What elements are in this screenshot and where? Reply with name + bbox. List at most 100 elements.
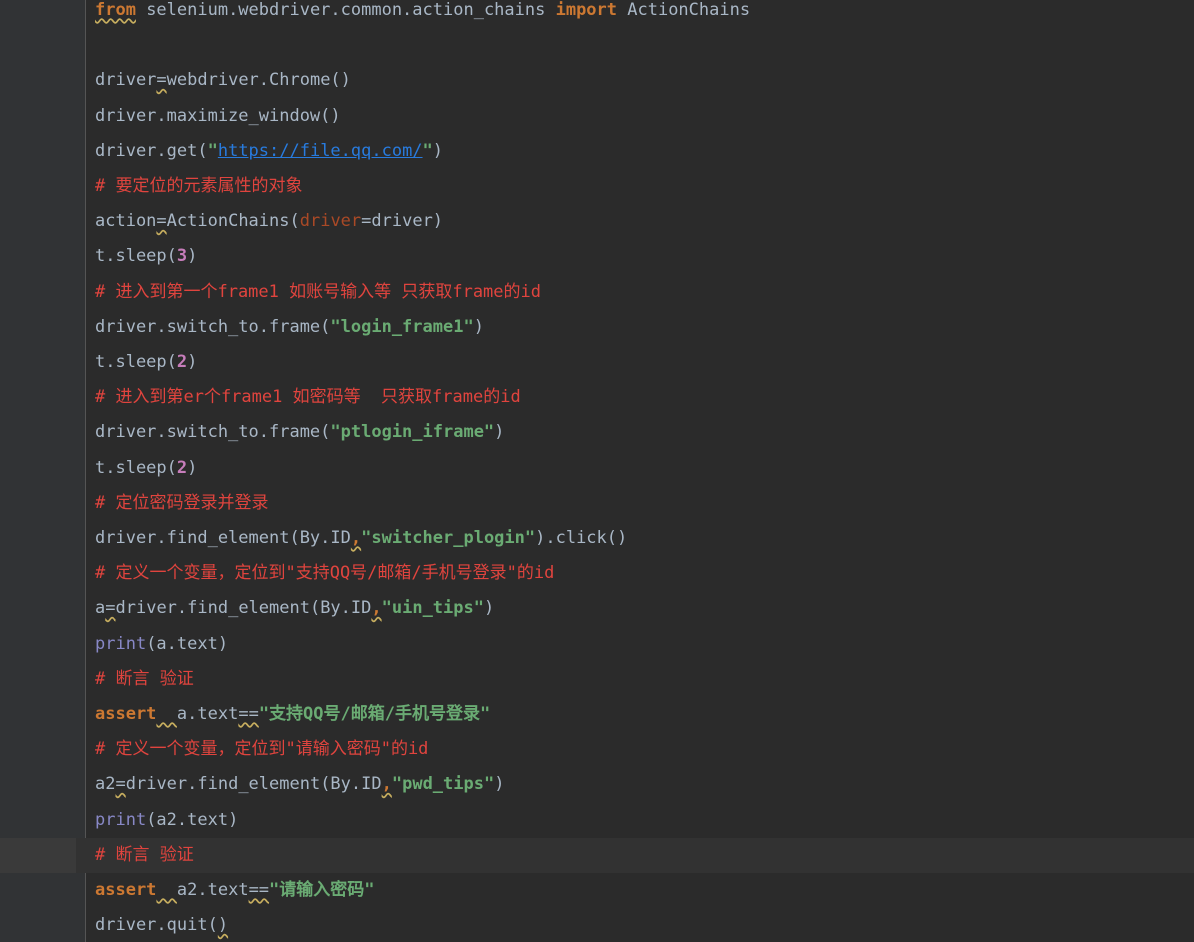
code-line[interactable]: 0 driver.find_element(By.ID,"switcher_plo… (0, 521, 1194, 556)
code-token: print (95, 633, 147, 654)
code-token: driver.maximize_window() (95, 105, 341, 126)
code-line[interactable]: 3 # 进入到第一个frame1 如账号输入等 只获取frame的id (0, 275, 1194, 310)
code-line[interactable]: 6 # 定义一个变量，定位到"请输入密码"的id (0, 732, 1194, 767)
line-number: 7 (0, 63, 76, 98)
code-line[interactable]: 5 from selenium.webdriver.common.action_c… (0, 0, 1194, 28)
code-line[interactable]: 6 (0, 28, 1194, 63)
code-line[interactable]: 8 t.sleep(2) (0, 451, 1194, 486)
code-line[interactable]: 4 driver.switch_to.frame("login_frame1") (0, 310, 1194, 345)
code-text[interactable]: print(a.text) (95, 627, 228, 662)
code-token: ) (217, 915, 229, 936)
code-text[interactable]: driver.get("https://file.qq.com/") (95, 134, 443, 169)
code-line[interactable]: 3 print(a.text) (0, 627, 1194, 662)
code-line[interactable]: 9driver.get("https://file.qq.com/") (0, 134, 1194, 169)
code-text[interactable]: action=ActionChains(driver=driver) (95, 204, 443, 239)
code-token: , (350, 528, 362, 548)
line-number: 9 (0, 486, 76, 521)
code-token: , (371, 598, 382, 619)
code-line[interactable]: 2a=driver.find_element(By.ID,"uin_tips") (0, 591, 1194, 626)
code-token: ) (494, 422, 505, 443)
code-line[interactable]: 9 # 断言 验证 (0, 837, 1194, 873)
code-text[interactable]: assert a2.text=="请输入密码" (95, 873, 375, 908)
code-token: action (95, 211, 157, 232)
code-text[interactable]: # 定义一个变量，定位到"支持QQ号/邮箱/手机号登录"的id (95, 556, 554, 591)
code-token: selenium.webdriver.common.action_chains (135, 0, 556, 20)
code-text[interactable]: # 进入到第er个frame1 如密码等 只获取frame的id (95, 380, 521, 415)
code-line[interactable]: 4 # 断言 验证 (0, 662, 1194, 697)
code-text[interactable]: driver.switch_to.frame("login_frame1") (95, 310, 484, 345)
code-line[interactable]: 1 action=ActionChains(driver=driver) (0, 204, 1194, 239)
code-line[interactable]: 7 driver=webdriver.Chrome() (0, 63, 1194, 98)
code-token: = (156, 70, 167, 91)
line-number: 8 (0, 451, 76, 486)
code-text[interactable]: driver.quit() (95, 908, 228, 942)
code-text[interactable]: print(a2.text) (95, 803, 238, 838)
code-token: driver (299, 211, 362, 232)
line-number: 6 (0, 28, 76, 63)
code-text[interactable]: driver.switch_to.frame("ptlogin_iframe") (95, 415, 504, 450)
code-text[interactable]: t.sleep(3) (95, 239, 197, 274)
code-token: driver.get( (95, 140, 208, 161)
code-line[interactable]: 1 driver.quit() (0, 908, 1194, 942)
code-text[interactable]: # 断言 验证 (95, 662, 194, 697)
code-line[interactable]: 6 # 进入到第er个frame1 如密码等 只获取frame的id (0, 380, 1194, 415)
code-token: driver.switch_to.frame( (95, 422, 331, 443)
code-line[interactable]: 0 # 要定位的元素属性的对象 (0, 169, 1194, 204)
code-token: webdriver.Chrome() (166, 70, 351, 91)
code-token: 2 (176, 457, 188, 478)
code-line[interactable]: 1 # 定义一个变量，定位到"支持QQ号/邮箱/手机号登录"的id (0, 556, 1194, 591)
code-token: # 断言 验证 (95, 668, 194, 689)
code-text[interactable]: driver.find_element(By.ID,"switcher_plog… (95, 521, 627, 556)
code-token: print (95, 809, 147, 830)
code-token: = (156, 211, 167, 232)
code-text[interactable]: t.sleep(2) (95, 345, 197, 380)
line-number: 8 (0, 803, 76, 838)
code-text[interactable]: # 断言 验证 (95, 838, 194, 873)
code-line[interactable]: 9 # 定位密码登录并登录 (0, 486, 1194, 521)
code-token: "pwd_tips" (391, 774, 495, 795)
line-number: 1 (0, 204, 76, 239)
code-text[interactable]: a=driver.find_element(By.ID,"uin_tips") (95, 591, 494, 626)
line-number: 1 (0, 556, 76, 591)
code-token: assert (95, 880, 157, 900)
code-token: ) (187, 352, 198, 372)
line-number: 9 (0, 134, 76, 169)
code-text[interactable]: driver.maximize_window() (95, 99, 341, 134)
code-text[interactable]: # 进入到第一个frame1 如账号输入等 只获取frame的id (95, 275, 541, 310)
code-text[interactable]: # 定位密码登录并登录 (95, 486, 268, 521)
code-token: t.sleep( (95, 246, 177, 267)
code-line[interactable]: 5 t.sleep(2) (0, 345, 1194, 380)
code-line[interactable]: 8 print(a2.text) (0, 803, 1194, 838)
code-token: from (95, 0, 136, 20)
code-text[interactable]: driver=webdriver.Chrome() (95, 63, 351, 98)
code-line[interactable]: 2 t.sleep(3) (0, 239, 1194, 274)
line-number: 3 (0, 275, 76, 310)
code-text[interactable]: assert a.text=="支持QQ号/邮箱/手机号登录" (95, 697, 490, 732)
code-text[interactable]: # 定义一个变量，定位到"请输入密码"的id (95, 732, 428, 767)
code-text[interactable]: a2=driver.find_element(By.ID,"pwd_tips") (95, 767, 504, 802)
code-text[interactable]: # 要定位的元素属性的对象 (95, 169, 302, 204)
code-token: # 定义一个变量，定位到"支持QQ号/邮箱/手机号登录"的id (95, 563, 555, 584)
code-editor[interactable]: 5 from selenium.webdriver.common.action_c… (0, 0, 1194, 942)
code-line[interactable]: 0 assert a2.text=="请输入密码" (0, 873, 1194, 908)
code-line[interactable]: 7 driver.switch_to.frame("ptlogin_iframe"… (0, 415, 1194, 450)
code-token: driver (95, 70, 157, 91)
code-token: 3 (176, 246, 188, 267)
code-token: # 进入到第一个frame1 如账号输入等 只获取frame的id (95, 281, 541, 302)
code-token: " (422, 140, 433, 161)
code-line[interactable]: 5 assert a.text=="支持QQ号/邮箱/手机号登录" (0, 697, 1194, 732)
code-token: ) (483, 598, 495, 619)
code-token: ) (494, 774, 505, 795)
code-text[interactable]: from selenium.webdriver.common.action_ch… (95, 0, 750, 28)
code-text[interactable]: t.sleep(2) (95, 451, 197, 486)
line-number: 4 (0, 310, 76, 345)
code-token: 2 (176, 352, 188, 372)
code-token: https://file.qq.com/ (217, 140, 423, 161)
code-token: =driver) (361, 211, 444, 232)
code-line[interactable]: 8 driver.maximize_window() (0, 99, 1194, 134)
code-line[interactable]: 7 a2=driver.find_element(By.ID,"pwd_tips"… (0, 767, 1194, 802)
code-token: # 要定位的元素属性的对象 (95, 176, 303, 196)
line-number: 3 (0, 627, 76, 662)
